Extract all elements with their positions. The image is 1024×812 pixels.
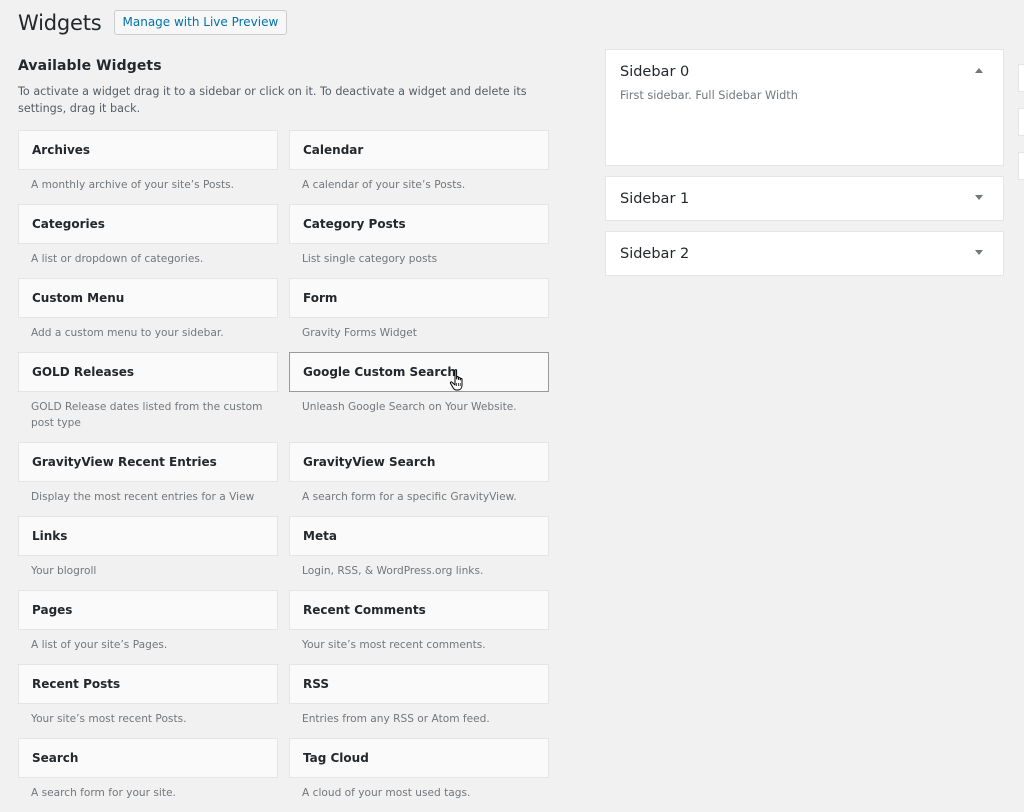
widget-title[interactable]: Categories <box>18 204 278 244</box>
widget-gravityview-recent-entries[interactable]: GravityView Recent Entries Display the m… <box>18 442 278 516</box>
offscreen-sidebar-edge <box>1018 152 1024 180</box>
widget-form[interactable]: Form Gravity Forms Widget <box>289 278 549 352</box>
widget-title[interactable]: Tag Cloud <box>289 738 549 778</box>
sidebar-description: First sidebar. Full Sidebar Width <box>620 89 798 102</box>
widget-title[interactable]: Google Custom Search <box>289 352 549 392</box>
expand-arrow-down-icon[interactable] <box>973 191 985 203</box>
widget-search[interactable]: Search A search form for your site. <box>18 738 278 812</box>
widget-description: A search form for a specific GravityView… <box>302 491 517 503</box>
widget-description: List single category posts <box>302 253 438 265</box>
widget-gravityview-search[interactable]: GravityView Search A search form for a s… <box>289 442 549 516</box>
widget-description: A calendar of your site’s Posts. <box>302 179 466 191</box>
widget-description: Your blogroll <box>31 565 97 577</box>
widget-description: Display the most recent entries for a Vi… <box>31 491 255 503</box>
widget-description: Add a custom menu to your sidebar. <box>31 327 224 339</box>
offscreen-sidebar-edge <box>1018 64 1024 92</box>
widget-description: A list of your site’s Pages. <box>31 639 168 651</box>
sidebar-1: Sidebar 1 <box>605 176 1004 221</box>
widget-title[interactable]: Meta <box>289 516 549 556</box>
sidebar-header[interactable]: Sidebar 2 <box>606 232 1003 275</box>
sidebar-title: Sidebar 2 <box>620 245 690 262</box>
expand-arrow-down-icon[interactable] <box>973 246 985 258</box>
widget-description: A monthly archive of your site’s Posts. <box>31 179 235 191</box>
sidebar-2: Sidebar 2 <box>605 231 1004 276</box>
widget-title[interactable]: Recent Comments <box>289 590 549 630</box>
sidebar-header[interactable]: Sidebar 1 <box>606 177 1003 220</box>
widget-google-custom-search[interactable]: Google Custom Search Unleash Google Sear… <box>289 352 549 442</box>
widget-title[interactable]: RSS <box>289 664 549 704</box>
widget-title[interactable]: GravityView Recent Entries <box>18 442 278 482</box>
widget-title[interactable]: Custom Menu <box>18 278 278 318</box>
sidebar-header[interactable]: Sidebar 0 <box>606 50 1003 93</box>
widget-links[interactable]: Links Your blogroll <box>18 516 278 590</box>
widget-description: Your site’s most recent comments. <box>302 639 486 651</box>
widget-title[interactable]: Archives <box>18 130 278 170</box>
available-widgets-description: To activate a widget drag it to a sideba… <box>18 85 527 115</box>
available-widgets-title: Available Widgets <box>18 58 162 74</box>
collapse-arrow-up-icon[interactable] <box>973 64 985 76</box>
widget-recent-comments[interactable]: Recent Comments Your site’s most recent … <box>289 590 549 664</box>
widget-description: A search form for your site. <box>31 787 176 799</box>
manage-live-preview-button[interactable]: Manage with Live Preview <box>113 10 288 35</box>
widget-title[interactable]: GOLD Releases <box>18 352 278 392</box>
widget-title[interactable]: Search <box>18 738 278 778</box>
widget-custom-menu[interactable]: Custom Menu Add a custom menu to your si… <box>18 278 278 352</box>
offscreen-sidebar-edge <box>1018 108 1024 136</box>
widget-description: Gravity Forms Widget <box>302 327 417 339</box>
widget-title[interactable]: Form <box>289 278 549 318</box>
widget-tag-cloud[interactable]: Tag Cloud A cloud of your most used tags… <box>289 738 549 812</box>
widget-title-text: Google Custom Search <box>303 365 456 379</box>
widget-title[interactable]: Links <box>18 516 278 556</box>
widget-description: Unleash Google Search on Your Website. <box>302 401 517 413</box>
widget-description: GOLD Release dates listed from the custo… <box>31 401 263 429</box>
sidebars-panel: Sidebar 0 First sidebar. Full Sidebar Wi… <box>605 49 1004 286</box>
widget-rss[interactable]: RSS Entries from any RSS or Atom feed. <box>289 664 549 738</box>
widget-description: A cloud of your most used tags. <box>302 787 471 799</box>
sidebar-0: Sidebar 0 First sidebar. Full Sidebar Wi… <box>605 49 1004 166</box>
widget-description: Your site’s most recent Posts. <box>31 713 187 725</box>
hand-pointer-cursor-icon <box>449 369 463 391</box>
widget-pages[interactable]: Pages A list of your site’s Pages. <box>18 590 278 664</box>
widget-meta[interactable]: Meta Login, RSS, & WordPress.org links. <box>289 516 549 590</box>
widget-calendar[interactable]: Calendar A calendar of your site’s Posts… <box>289 130 549 204</box>
widget-title[interactable]: GravityView Search <box>289 442 549 482</box>
widget-recent-posts[interactable]: Recent Posts Your site’s most recent Pos… <box>18 664 278 738</box>
sidebar-title: Sidebar 0 <box>620 63 690 80</box>
page-title: Widgets <box>18 10 102 35</box>
widget-title[interactable]: Pages <box>18 590 278 630</box>
widget-categories[interactable]: Categories A list or dropdown of categor… <box>18 204 278 278</box>
page-header: Widgets Manage with Live Preview <box>18 10 288 35</box>
widget-description: Login, RSS, & WordPress.org links. <box>302 565 484 577</box>
widget-gold-releases[interactable]: GOLD Releases GOLD Release dates listed … <box>18 352 278 442</box>
available-widgets-panel: Available Widgets To activate a widget d… <box>18 58 549 812</box>
widget-description: A list or dropdown of categories. <box>31 253 204 265</box>
widget-title[interactable]: Recent Posts <box>18 664 278 704</box>
widget-category-posts[interactable]: Category Posts List single category post… <box>289 204 549 278</box>
widget-title[interactable]: Calendar <box>289 130 549 170</box>
widget-archives[interactable]: Archives A monthly archive of your site’… <box>18 130 278 204</box>
widget-title[interactable]: Category Posts <box>289 204 549 244</box>
sidebar-title: Sidebar 1 <box>620 190 690 207</box>
widget-list: Archives A monthly archive of your site’… <box>18 130 549 812</box>
widget-description: Entries from any RSS or Atom feed. <box>302 713 490 725</box>
